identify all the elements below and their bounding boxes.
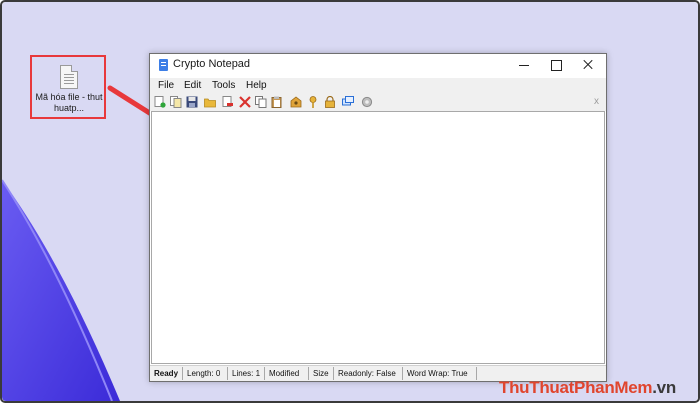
crypto-notepad-window: Crypto Notepad File Edit Tools Help x Re…	[149, 53, 607, 382]
menu-tools[interactable]: Tools	[212, 80, 235, 91]
watermark-part-vn: .vn	[652, 378, 676, 397]
watermark-part-phanmem: PhanMem	[574, 378, 653, 397]
status-separator	[264, 367, 265, 380]
status-size: Size	[313, 369, 329, 378]
toolbar: x	[150, 94, 606, 111]
new-file-icon[interactable]	[154, 96, 166, 108]
copy-icon[interactable]	[255, 96, 267, 108]
delete-file-icon[interactable]	[222, 96, 234, 108]
window-title: Crypto Notepad	[173, 58, 251, 70]
open-folder-icon[interactable]	[204, 96, 216, 108]
status-separator	[476, 367, 477, 380]
cut-icon[interactable]	[239, 96, 251, 108]
maximize-button[interactable]	[540, 54, 572, 76]
watermark-logo: ThuThuatPhanMem.vn	[499, 378, 676, 398]
crypto-notepad-app-icon	[159, 59, 168, 71]
status-lines: Lines: 1	[232, 369, 261, 378]
windows-icon[interactable]	[342, 96, 354, 108]
status-separator	[308, 367, 309, 380]
title-bar[interactable]: Crypto Notepad	[150, 54, 606, 76]
minimize-button[interactable]	[508, 54, 540, 76]
text-editor-area[interactable]	[151, 111, 605, 364]
status-readonly: Readonly: False	[338, 369, 396, 378]
copy-file-icon[interactable]	[170, 96, 182, 108]
status-word-wrap: Word Wrap: True	[407, 369, 468, 378]
watermark-part-thu: Thu	[499, 378, 530, 397]
desktop-file-label: Mã hóa file - thuthuatp...	[35, 92, 103, 113]
status-modified: Modified	[269, 369, 300, 378]
desktop-file-icon[interactable]: Mã hóa file - thuthuatp...	[30, 55, 106, 119]
close-button[interactable]	[572, 54, 604, 76]
status-length: Length: 0	[187, 369, 221, 378]
status-separator	[402, 367, 403, 380]
settings-icon[interactable]	[361, 96, 373, 108]
toolbar-close-icon[interactable]: x	[594, 96, 599, 107]
status-separator	[227, 367, 228, 380]
paste-icon[interactable]	[271, 96, 283, 108]
menu-file[interactable]: File	[158, 80, 174, 91]
lock-icon[interactable]	[324, 96, 336, 108]
menu-help[interactable]: Help	[246, 80, 267, 91]
encrypt-icon[interactable]	[290, 96, 302, 108]
status-ready: Ready	[154, 369, 179, 378]
menu-edit[interactable]: Edit	[184, 80, 201, 91]
text-document-icon	[60, 65, 78, 89]
status-separator	[182, 367, 183, 380]
watermark-part-thuat: Thuat	[529, 378, 575, 397]
save-icon[interactable]	[186, 96, 198, 108]
key-icon[interactable]	[307, 96, 319, 108]
desktop: Mã hóa file - thuthuatp... Crypto Notepa…	[2, 2, 698, 401]
status-separator	[333, 367, 334, 380]
menu-bar: File Edit Tools Help	[150, 78, 606, 94]
